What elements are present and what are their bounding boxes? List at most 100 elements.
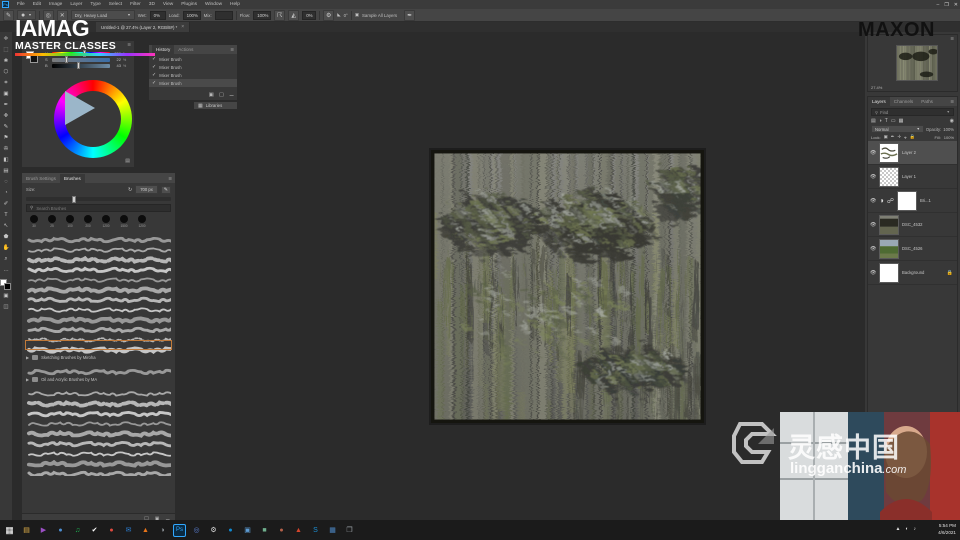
clock[interactable]: 5:54 PM 4/6/2021: [938, 523, 956, 537]
layer-row[interactable]: 👁 Background 🔒: [868, 261, 957, 285]
menu-item-image[interactable]: Image: [45, 2, 66, 7]
menu-item-window[interactable]: Window: [201, 2, 226, 7]
frame-tool[interactable]: ▣: [1, 89, 12, 99]
layer-row[interactable]: 👁 Layer 1: [868, 165, 957, 189]
brush-group-sketching[interactable]: ▶ Sketching Brushes by Miroha: [26, 353, 171, 361]
brightness-contrast-icon[interactable]: ◑: [879, 196, 884, 205]
brush-preset-item[interactable]: [26, 395, 175, 409]
shape-filter-icon[interactable]: ▭: [891, 118, 896, 124]
object-selection-tool[interactable]: ⬡: [1, 67, 12, 77]
clean-brush-after-stroke-icon[interactable]: ✕: [56, 9, 68, 21]
load-value-field[interactable]: 100%: [182, 10, 201, 20]
layer-visibility-toggle[interactable]: 👁: [870, 270, 876, 276]
brush-preset-item[interactable]: [26, 321, 174, 334]
minimize-button[interactable]: –: [937, 2, 940, 8]
brush-tip-200[interactable]: 200: [81, 215, 95, 228]
slider-track[interactable]: [52, 56, 110, 63]
quick-mask-icon[interactable]: ▣: [1, 291, 12, 301]
lock-transparent-icon[interactable]: ▣: [884, 134, 888, 140]
color-slider-s[interactable]: S 22 %: [45, 56, 128, 63]
layer-filter-row[interactable]: ⚲ Find ▼: [871, 108, 954, 116]
lock-artboard-icon[interactable]: ⌖: [904, 135, 906, 140]
layer-row[interactable]: 👁 DSC_4532: [868, 213, 957, 237]
menu-item-file[interactable]: File: [13, 2, 29, 7]
brush-preset-item[interactable]: [26, 363, 174, 376]
disc-app-icon[interactable]: ●: [54, 524, 67, 537]
brush-preset-item[interactable]: [26, 415, 174, 427]
mixer-brush-tool-icon[interactable]: ✎: [3, 9, 14, 21]
brush-preset-item[interactable]: [26, 231, 174, 244]
network-icon[interactable]: ◐: [905, 526, 908, 532]
brush-preset-item[interactable]: [25, 340, 175, 355]
path-selection-tool[interactable]: ↖: [1, 221, 12, 231]
history-tab-actions[interactable]: Actions: [174, 45, 197, 54]
menu-item-view[interactable]: View: [159, 2, 177, 7]
menu-item-select[interactable]: Select: [105, 2, 126, 7]
brush-preset-item[interactable]: [26, 465, 174, 476]
layers-tab-channels[interactable]: Channels: [890, 97, 917, 106]
close-icon[interactable]: ×: [181, 24, 184, 30]
layer-visibility-toggle[interactable]: 👁: [870, 174, 876, 180]
panel-swatches[interactable]: [26, 51, 38, 63]
slider-value[interactable]: 220: [112, 51, 121, 56]
move-tool[interactable]: ✛: [1, 34, 12, 44]
slider-value[interactable]: 22: [112, 57, 121, 62]
show-hidden-icons[interactable]: ▲: [896, 526, 901, 532]
eyedropper-tool[interactable]: ✒: [1, 100, 12, 110]
layer-thumbnail[interactable]: [879, 166, 899, 187]
flow-value-field[interactable]: 100%: [253, 10, 272, 20]
brush-tip-1200[interactable]: 1200: [99, 215, 113, 228]
type-filter-icon[interactable]: T: [885, 118, 888, 124]
layer-thumbnail[interactable]: [879, 238, 899, 259]
close-button[interactable]: ✕: [954, 2, 958, 8]
brush-preset-item[interactable]: [26, 251, 175, 264]
media-player-icon[interactable]: ▶: [37, 524, 50, 537]
menu-item-layer[interactable]: Layer: [66, 2, 86, 7]
menu-item-3d[interactable]: 3D: [145, 2, 159, 7]
color-slider-b[interactable]: B 43 %: [45, 62, 128, 69]
create-snapshot-icon[interactable]: ▢: [219, 92, 224, 98]
panel-menu-icon[interactable]: ☰: [168, 176, 175, 181]
color-triangle[interactable]: [65, 91, 95, 125]
layer-visibility-toggle[interactable]: 👁: [870, 198, 876, 204]
clone-stamp-tool[interactable]: ⚑: [1, 133, 12, 143]
shape-tool[interactable]: ⬟: [1, 232, 12, 242]
chevron-right-icon[interactable]: ▶: [26, 377, 29, 382]
brush-preset-item[interactable]: [26, 241, 174, 253]
brushes-tab-brushes[interactable]: Brushes: [59, 173, 85, 183]
file-explorer-icon[interactable]: ▤: [20, 524, 33, 537]
brush-preset-item[interactable]: [26, 311, 175, 325]
brush-tip-30[interactable]: 30: [27, 215, 41, 228]
brush-preset-item[interactable]: [26, 281, 175, 295]
brush-preset-item[interactable]: [26, 445, 174, 457]
panel-menu-icon[interactable]: ☰: [127, 42, 131, 47]
slider-knob[interactable]: [72, 195, 76, 203]
airbrush-icon[interactable]: ☈: [274, 9, 286, 21]
slider-value[interactable]: 43: [112, 63, 121, 68]
background-color-swatch[interactable]: [4, 283, 11, 290]
record-icon[interactable]: ●: [275, 524, 288, 537]
brush-preset-item[interactable]: [26, 291, 174, 304]
photoshop-icon[interactable]: Ps: [173, 523, 186, 537]
opacity-value[interactable]: 100%: [943, 127, 954, 132]
expand-icon[interactable]: ▤: [125, 158, 130, 164]
type-tool[interactable]: T: [1, 210, 12, 220]
layer-visibility-toggle[interactable]: 👁: [870, 150, 876, 156]
layer-name[interactable]: DSC_4526: [902, 246, 923, 251]
layer-name[interactable]: Layer 1: [902, 174, 916, 179]
brush-preset-item[interactable]: [26, 455, 175, 468]
gradient-tool[interactable]: ▤: [1, 166, 12, 176]
layer-name[interactable]: Layer 2: [902, 150, 916, 155]
todo-icon[interactable]: ✔: [88, 524, 101, 537]
brush-tool[interactable]: ✎: [1, 122, 12, 132]
history-entry[interactable]: ✓ Mixer Brush: [149, 55, 237, 63]
panel-menu-icon[interactable]: ☰: [950, 36, 954, 41]
navigator-thumbnail[interactable]: [896, 45, 938, 81]
slider-track[interactable]: [52, 62, 110, 69]
chevron-right-icon[interactable]: ▶: [26, 355, 29, 360]
edge-icon[interactable]: ●: [224, 524, 237, 537]
layers-tab-paths[interactable]: Paths: [917, 97, 937, 106]
pixel-filter-icon[interactable]: ▤: [871, 118, 876, 124]
document-tab[interactable]: Untitled-1 @ 27.4% (Layer 2, RGB/8#) * ×: [96, 22, 191, 32]
slider-track[interactable]: [52, 50, 110, 57]
